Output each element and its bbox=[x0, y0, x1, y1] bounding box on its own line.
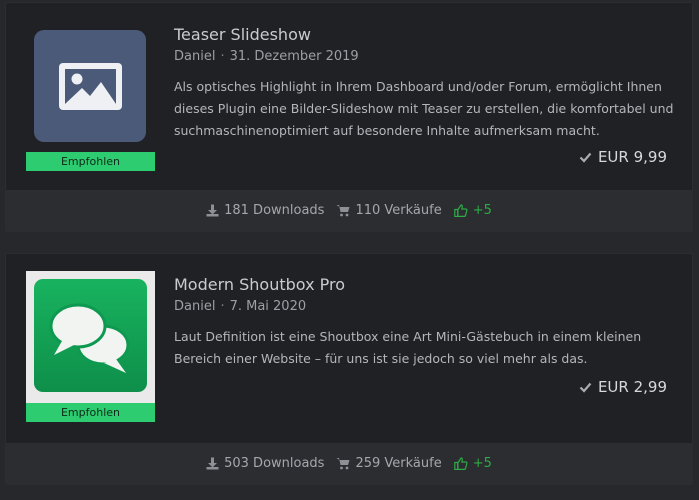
product-meta: Daniel · 31. Dezember 2019 bbox=[174, 49, 359, 64]
price: EUR 2,99 bbox=[579, 378, 667, 396]
download-icon bbox=[206, 204, 219, 217]
publish-date: 31. Dezember 2019 bbox=[229, 49, 359, 64]
separator-dot: · bbox=[220, 299, 225, 314]
thumbs-up-icon bbox=[453, 204, 468, 217]
likes-stat: +5 bbox=[453, 203, 492, 218]
author-name[interactable]: Daniel bbox=[174, 49, 215, 64]
product-thumbnail[interactable]: Empfohlen bbox=[26, 271, 155, 422]
downloads-stat: 181 Downloads bbox=[206, 203, 324, 218]
cart-icon bbox=[336, 458, 350, 470]
downloads-stat: 503 Downloads bbox=[206, 456, 324, 471]
chat-bubbles-icon bbox=[49, 303, 130, 373]
author-name[interactable]: Daniel bbox=[174, 299, 215, 314]
sales-stat: 110 Verkäufe bbox=[336, 203, 442, 218]
image-icon bbox=[59, 63, 122, 110]
thumbs-up-icon bbox=[453, 457, 468, 470]
price: EUR 9,99 bbox=[579, 148, 667, 166]
check-icon bbox=[579, 152, 592, 163]
featured-badge: Empfohlen bbox=[26, 403, 155, 422]
product-stats: 181 Downloads 110 Verkäufe +5 bbox=[6, 190, 692, 231]
product-thumbnail[interactable]: Empfohlen bbox=[26, 20, 155, 171]
sales-stat: 259 Verkäufe bbox=[336, 456, 442, 471]
product-meta: Daniel · 7. Mai 2020 bbox=[174, 299, 306, 314]
product-description: Laut Definition ist eine Shoutbox eine A… bbox=[174, 329, 642, 366]
thumbnail-tile bbox=[34, 279, 147, 392]
product-description: Als optisches Highlight in Ihrem Dashboa… bbox=[174, 79, 674, 138]
cart-icon bbox=[336, 205, 350, 217]
publish-date: 7. Mai 2020 bbox=[229, 299, 307, 314]
download-icon bbox=[206, 457, 219, 470]
product-stats: 503 Downloads 259 Verkäufe +5 bbox=[6, 443, 692, 484]
featured-badge: Empfohlen bbox=[26, 152, 155, 171]
product-card[interactable]: Empfohlen Teaser Slideshow Daniel · 31. De… bbox=[5, 2, 693, 232]
product-title[interactable]: Teaser Slideshow bbox=[174, 25, 311, 44]
likes-stat: +5 bbox=[453, 456, 492, 471]
price-value: EUR 2,99 bbox=[597, 378, 667, 396]
separator-dot: · bbox=[220, 49, 225, 64]
product-card[interactable]: Empfohlen Modern Shoutbox Pro Daniel · 7. … bbox=[5, 253, 693, 485]
product-title[interactable]: Modern Shoutbox Pro bbox=[174, 275, 345, 294]
price-value: EUR 9,99 bbox=[597, 148, 667, 166]
thumbnail-background bbox=[34, 30, 146, 142]
check-icon bbox=[579, 382, 592, 393]
